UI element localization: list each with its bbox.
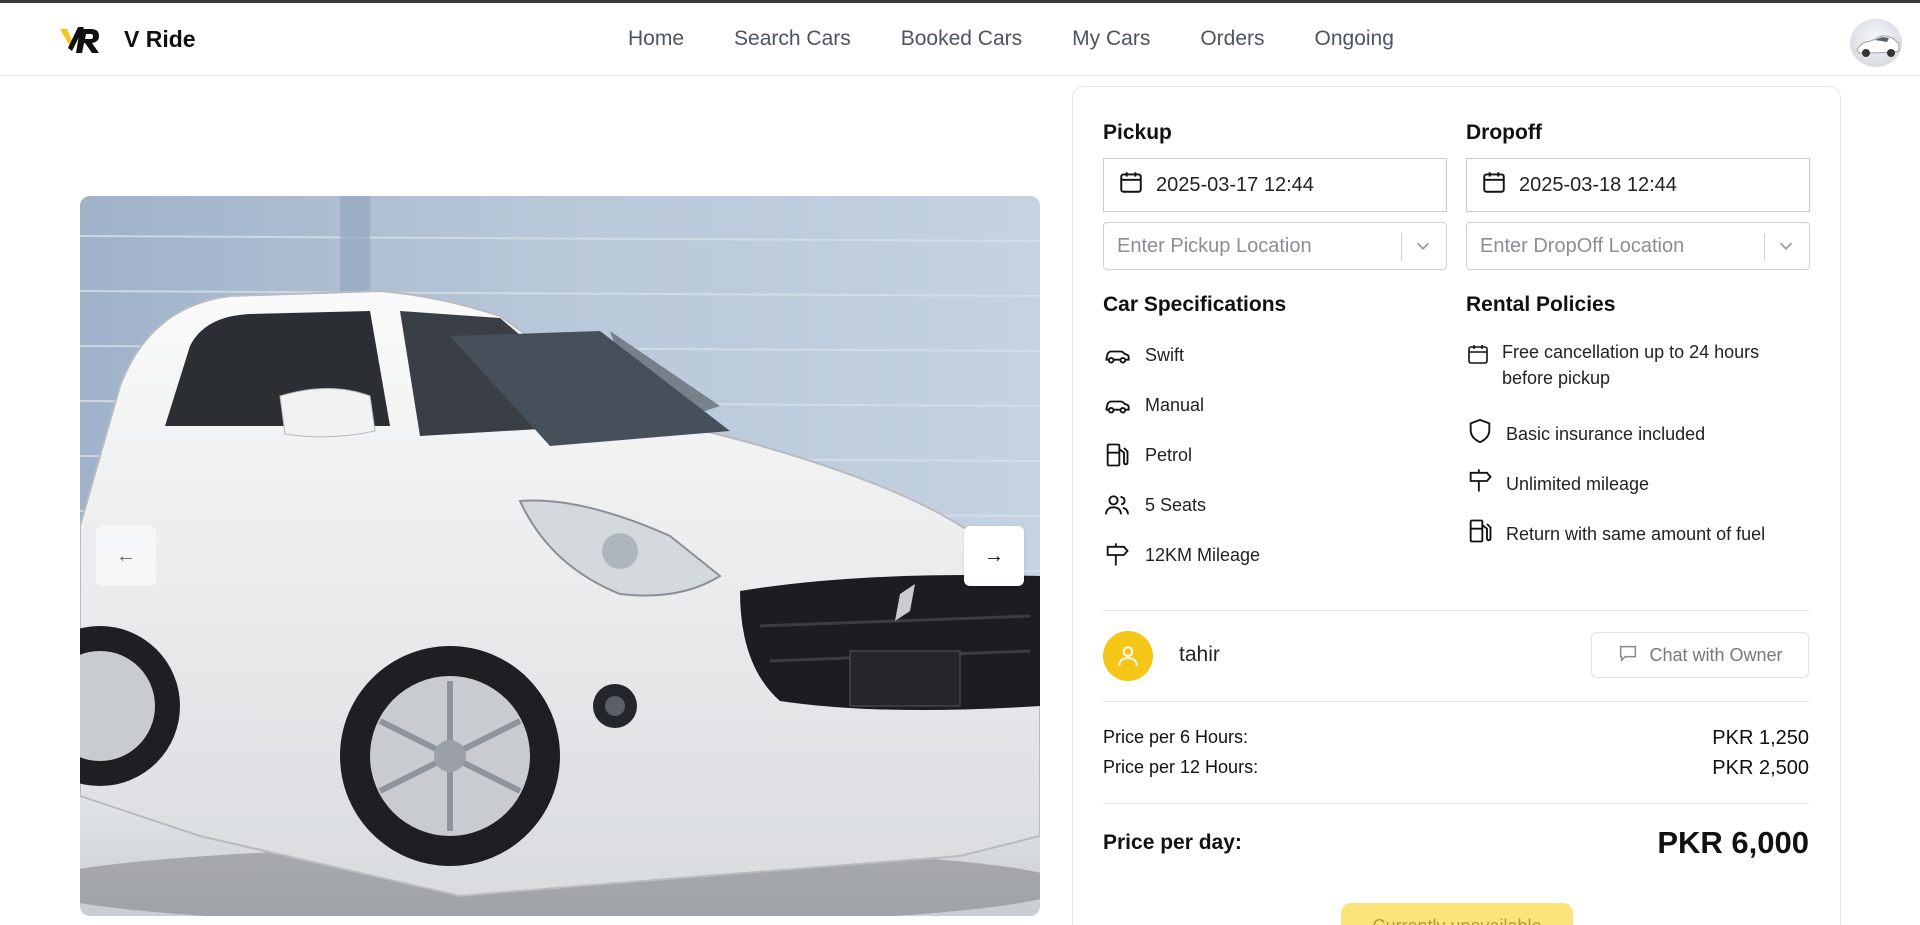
dropoff-location-select[interactable]: Enter DropOff Location xyxy=(1466,222,1810,270)
dropoff-datetime-value: 2025-03-18 12:44 xyxy=(1519,173,1677,196)
chat-with-owner-button[interactable]: Chat with Owner xyxy=(1591,632,1809,678)
price-12h-value: PKR 2,500 xyxy=(1712,757,1809,779)
section-divider xyxy=(1103,610,1809,611)
dropoff-location-placeholder: Enter DropOff Location xyxy=(1480,234,1685,257)
nav-booked-cars[interactable]: Booked Cars xyxy=(901,27,1022,51)
spec-seats: 5 Seats xyxy=(1103,480,1260,530)
chat-icon xyxy=(1617,642,1639,669)
vride-logo-icon xyxy=(58,21,102,57)
select-separator xyxy=(1764,233,1765,261)
chevron-down-icon[interactable] xyxy=(1412,235,1434,257)
spec-seats-label: 5 Seats xyxy=(1145,494,1207,515)
signpost-icon xyxy=(1466,467,1494,502)
pickup-location-placeholder: Enter Pickup Location xyxy=(1117,234,1312,257)
calendar-icon xyxy=(1466,339,1490,373)
fuel-icon xyxy=(1466,517,1494,552)
policy-mileage-label: Unlimited mileage xyxy=(1506,474,1650,494)
policy-cancellation-label: Free cancellation up to 24 hours before … xyxy=(1502,342,1760,388)
price-per-day-value: PKR 6,000 xyxy=(1657,825,1809,860)
user-avatar[interactable] xyxy=(1850,19,1902,67)
policy-mileage: Unlimited mileage xyxy=(1466,459,1806,509)
pickup-datetime-field[interactable]: 2025-03-17 12:44 xyxy=(1103,158,1447,212)
carousel-next-button[interactable]: → xyxy=(964,526,1024,586)
price-6h-label: Price per 6 Hours: xyxy=(1103,727,1249,747)
book-now-button[interactable]: Currently unavailable xyxy=(1341,903,1573,925)
booking-panel: Pickup Dropoff 2025-03-17 12:44 2025-03-… xyxy=(1072,86,1841,925)
nav-search-cars[interactable]: Search Cars xyxy=(734,27,851,51)
signpost-icon xyxy=(1103,541,1131,569)
spec-mileage-label: 12KM Mileage xyxy=(1145,544,1261,565)
spec-transmission-label: Manual xyxy=(1145,394,1205,415)
spec-transmission: Manual xyxy=(1103,380,1260,430)
spec-model: Swift xyxy=(1103,330,1260,380)
nav-orders[interactable]: Orders xyxy=(1200,27,1264,51)
rental-policies-list: Free cancellation up to 24 hours before … xyxy=(1466,339,1806,559)
price-row-6-hours: Price per 6 Hours: PKR 1,250 xyxy=(1103,727,1809,750)
nav-ongoing[interactable]: Ongoing xyxy=(1315,27,1394,51)
brand-name: V Ride xyxy=(124,25,196,52)
spec-fuel-label: Petrol xyxy=(1145,444,1193,465)
calendar-icon xyxy=(1118,169,1144,201)
section-divider xyxy=(1103,701,1809,702)
owner-name: tahir xyxy=(1179,643,1220,666)
book-button-label: Currently unavailable xyxy=(1372,916,1541,925)
brand[interactable]: V Ride xyxy=(58,21,196,57)
policy-insurance-label: Basic insurance included xyxy=(1506,424,1706,444)
arrow-left-icon: ← xyxy=(116,544,136,567)
policy-insurance: Basic insurance included xyxy=(1466,409,1806,459)
calendar-icon xyxy=(1481,169,1507,201)
shield-icon xyxy=(1466,417,1494,452)
fuel-icon xyxy=(1103,441,1131,469)
arrow-right-icon: → xyxy=(984,544,1004,567)
pickup-title: Pickup xyxy=(1103,121,1172,144)
car-specifications-title: Car Specifications xyxy=(1103,293,1287,316)
section-divider xyxy=(1103,803,1809,804)
owner-avatar xyxy=(1103,631,1153,681)
users-icon xyxy=(1103,491,1131,519)
spec-mileage: 12KM Mileage xyxy=(1103,530,1260,580)
price-12h-label: Price per 12 Hours: xyxy=(1103,757,1259,777)
chevron-down-icon[interactable] xyxy=(1775,235,1797,257)
pickup-location-select[interactable]: Enter Pickup Location xyxy=(1103,222,1447,270)
policy-cancellation: Free cancellation up to 24 hours before … xyxy=(1466,339,1806,409)
pickup-datetime-value: 2025-03-17 12:44 xyxy=(1156,173,1314,196)
spec-fuel: Petrol xyxy=(1103,430,1260,480)
chat-button-label: Chat with Owner xyxy=(1649,644,1783,665)
car-image-carousel[interactable]: ← → xyxy=(80,196,1040,916)
select-separator xyxy=(1401,233,1402,261)
main-nav: Home Search Cars Booked Cars My Cars Ord… xyxy=(628,27,1444,51)
price-per-day-row: Price per day: PKR 6,000 xyxy=(1103,825,1809,861)
dropoff-datetime-field[interactable]: 2025-03-18 12:44 xyxy=(1466,158,1810,212)
price-per-day-label: Price per day: xyxy=(1103,831,1242,854)
nav-my-cars[interactable]: My Cars xyxy=(1072,27,1150,51)
top-navbar: V Ride Home Search Cars Booked Cars My C… xyxy=(0,3,1920,76)
user-icon xyxy=(1118,646,1138,666)
carousel-prev-button[interactable]: ← xyxy=(96,526,156,586)
policy-fuel: Return with same amount of fuel xyxy=(1466,509,1806,559)
spec-model-label: Swift xyxy=(1145,344,1185,365)
nav-home[interactable]: Home xyxy=(628,27,684,51)
car-icon xyxy=(1103,391,1131,419)
price-6h-value: PKR 1,250 xyxy=(1712,727,1809,749)
car-icon xyxy=(1103,341,1131,369)
car-photo xyxy=(80,196,1040,916)
rental-policies-title: Rental Policies xyxy=(1466,293,1616,316)
policy-fuel-label: Return with same amount of fuel xyxy=(1506,524,1766,544)
price-row-12-hours: Price per 12 Hours: PKR 2,500 xyxy=(1103,757,1809,780)
car-specifications-list: Swift Manual Petrol 5 Seats 12KM Mileage xyxy=(1103,330,1260,580)
dropoff-title: Dropoff xyxy=(1466,121,1542,144)
